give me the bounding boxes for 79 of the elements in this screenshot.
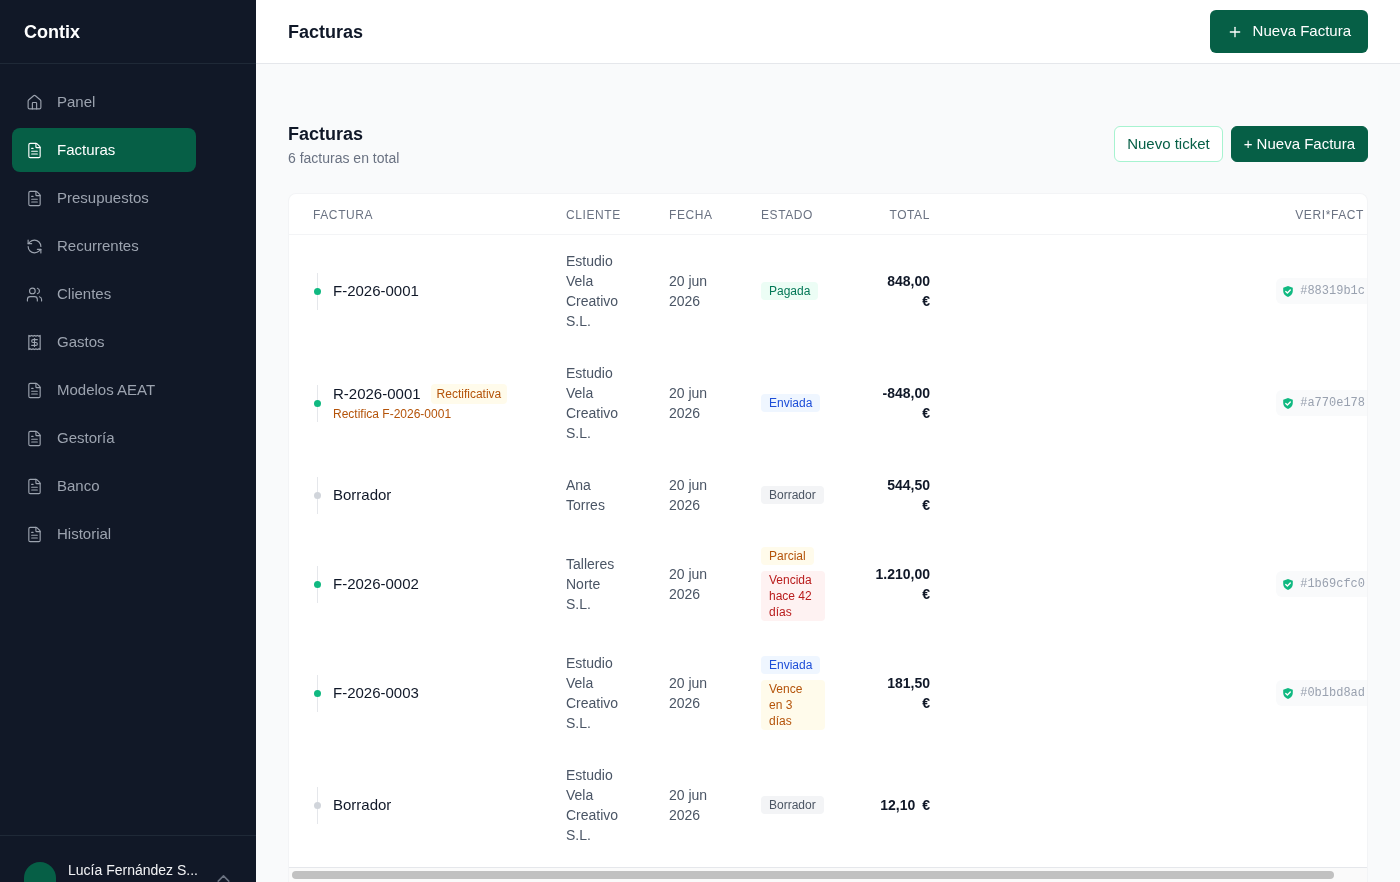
column-header: ESTADO <box>761 208 814 222</box>
hash-code: #0b1bd8ad <box>1300 685 1365 701</box>
client-name: Estudio Vela Creativo S.L. <box>566 766 620 845</box>
column-header: FACTURA <box>313 208 374 222</box>
shield-check-icon <box>1283 687 1294 699</box>
column-header: TOTAL <box>889 208 930 222</box>
invoice-count: 6 facturas en total <box>288 149 400 168</box>
refresh-icon <box>26 237 43 255</box>
status-badge: Vence en 3 días <box>761 680 825 730</box>
shield-check-icon <box>1283 578 1294 590</box>
shield-check-icon <box>1283 285 1294 297</box>
invoice-total: 848,00 € <box>886 272 930 311</box>
shield-check-icon <box>1283 397 1294 409</box>
client-name: Estudio Vela Creativo S.L. <box>566 654 620 733</box>
status-badge: Parcial <box>761 547 814 565</box>
status-badge: Vencida hace 42 días <box>761 571 825 621</box>
document-icon <box>26 381 43 399</box>
document-icon <box>26 429 43 447</box>
sidebar-item[interactable]: Facturas <box>12 128 196 172</box>
sidebar-item[interactable]: Banco <box>12 464 196 508</box>
invoice-total: 12,10 € <box>879 796 930 815</box>
users-icon <box>26 285 43 303</box>
status-badge: Pagada <box>761 282 819 300</box>
client-name: Estudio Vela Creativo S.L. <box>566 364 620 443</box>
section-title: Facturas <box>288 123 365 146</box>
client-name: Estudio Vela Creativo S.L. <box>566 252 620 331</box>
invoice-date: 20 jun 2026 <box>669 565 709 604</box>
sidebar-item[interactable]: Panel <box>12 80 196 124</box>
scrollbar-thumb[interactable] <box>292 871 1334 879</box>
user-avatar <box>24 862 56 882</box>
sidebar-item[interactable]: Gastos <box>12 320 196 364</box>
invoice-date: 20 jun 2026 <box>669 272 709 311</box>
hash-code: #1b69cfc0 <box>1300 576 1365 592</box>
document-icon <box>26 141 43 159</box>
hash-code: #a770e178 <box>1300 395 1365 411</box>
invoice-date: 20 jun 2026 <box>669 786 709 825</box>
new-ticket-button[interactable]: Nuevo ticket <box>1114 126 1223 162</box>
status-badge: Borrador <box>761 796 824 814</box>
invoice-total: -848,00 € <box>881 384 930 423</box>
document-icon <box>26 525 43 543</box>
invoice-date: 20 jun 2026 <box>669 384 709 423</box>
invoice-date: 20 jun 2026 <box>669 674 709 713</box>
column-header: FECHA <box>669 208 713 222</box>
status-badge: Enviada <box>761 394 821 412</box>
status-badge: Borrador <box>761 486 824 504</box>
sidebar-item[interactable]: Historial <box>12 512 196 556</box>
user-name[interactable]: Lucía Fernández S... <box>68 862 205 878</box>
invoice-number[interactable]: R-2026-0001 <box>333 384 421 404</box>
sidebar-item[interactable]: Recurrentes <box>12 224 196 268</box>
receipt-icon <box>26 333 43 351</box>
column-header: CLIENTE <box>566 208 621 222</box>
status-badge: Enviada <box>761 656 821 674</box>
new-invoice-button[interactable]: Nueva Factura <box>1209 10 1368 53</box>
invoice-tag: Rectificativa <box>430 384 508 404</box>
document-icon <box>26 477 43 495</box>
invoice-number[interactable]: Borrador <box>333 795 392 815</box>
column-header: VERI*FACT <box>1295 208 1364 222</box>
sidebar-item[interactable]: Modelos AEAT <box>12 368 196 412</box>
page-title: Facturas <box>288 20 364 44</box>
sidebar-item[interactable]: Presupuestos <box>12 176 196 220</box>
invoice-note: Rectifica F-2026-0001 <box>333 406 453 422</box>
house-icon <box>26 93 43 111</box>
document-icon <box>26 189 43 207</box>
invoice-number[interactable]: F-2026-0001 <box>333 281 419 301</box>
invoice-number[interactable]: Borrador <box>333 485 392 505</box>
invoice-total: 544,50 € <box>886 476 930 515</box>
client-name: Talleres Norte S.L. <box>566 555 616 614</box>
sidebar-item[interactable]: Clientes <box>12 272 196 316</box>
sidebar-item[interactable]: Gestoría <box>12 416 196 460</box>
client-name: Ana Torres <box>566 476 606 515</box>
invoice-number[interactable]: F-2026-0003 <box>333 683 419 703</box>
invoice-total: 181,50 € <box>886 674 930 713</box>
app-logo: Contix <box>24 20 80 44</box>
chevron-up-icon[interactable] <box>217 875 230 882</box>
invoice-total: 1.210,00 € <box>874 565 930 604</box>
new-invoice-button[interactable]: + Nueva Factura <box>1230 126 1368 162</box>
hash-code: #88319b1c <box>1300 283 1365 299</box>
invoice-number[interactable]: F-2026-0002 <box>333 574 419 594</box>
invoice-date: 20 jun 2026 <box>669 476 709 515</box>
